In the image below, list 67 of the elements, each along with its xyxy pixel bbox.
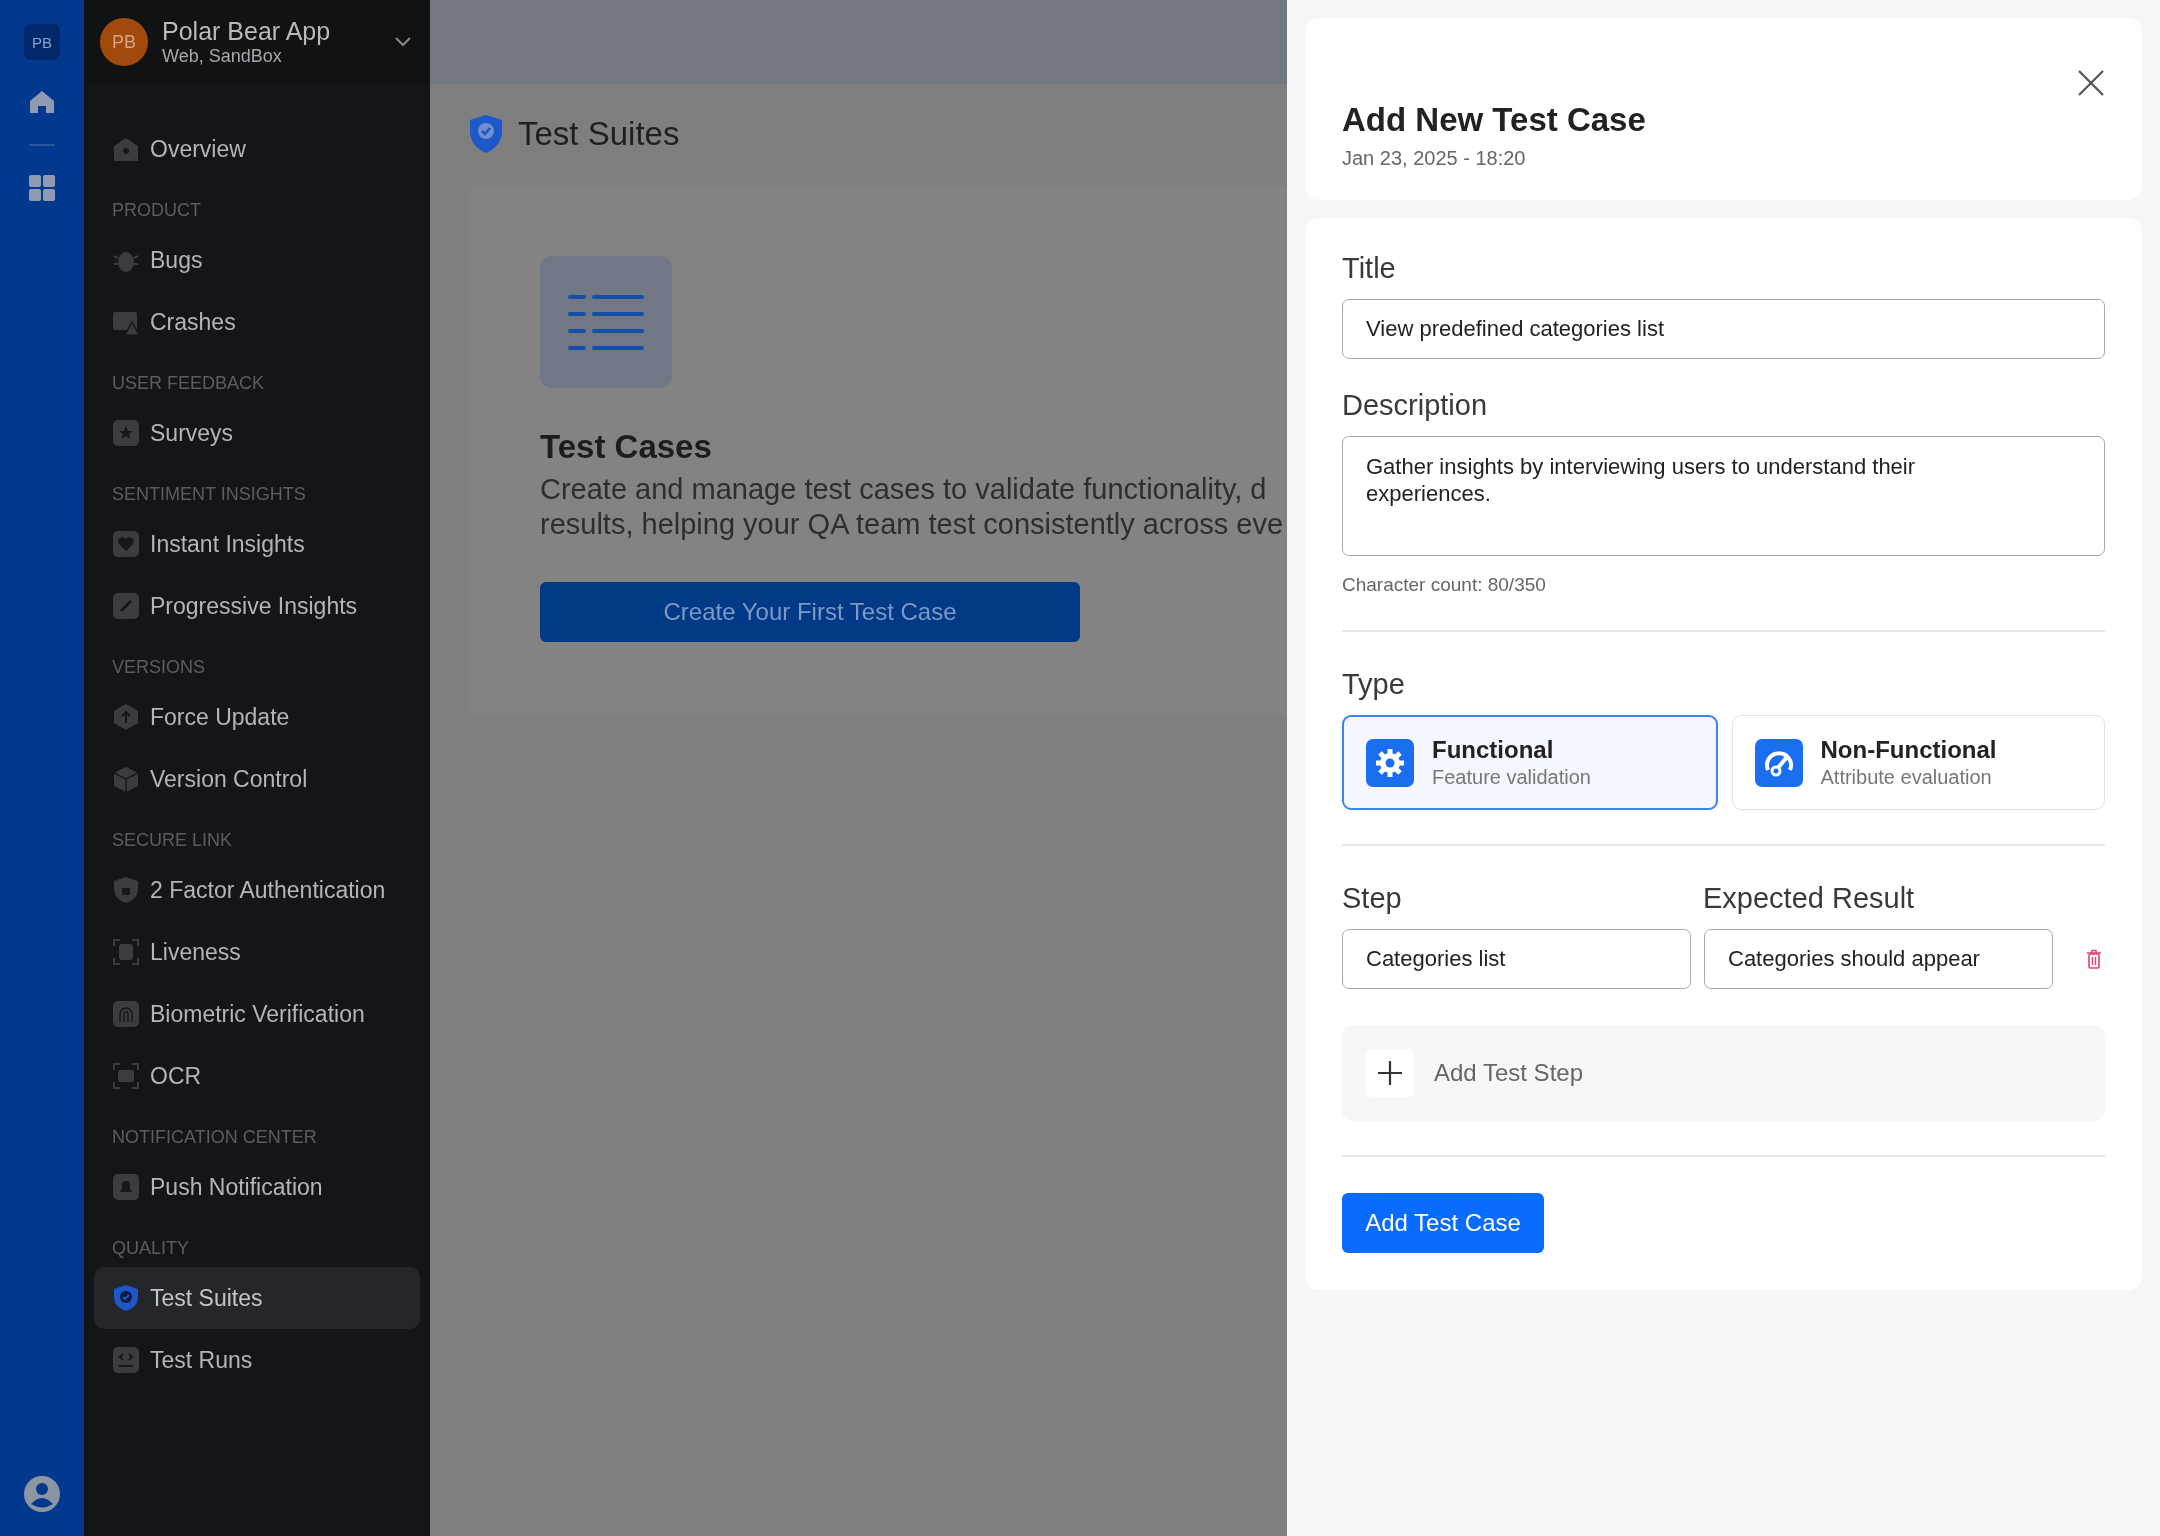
- section-heading: PRODUCT: [111, 199, 202, 222]
- user-avatar-icon[interactable]: [24, 1476, 60, 1512]
- list-icon: [568, 294, 644, 350]
- section-heading: SENTIMENT INSIGHTS: [111, 483, 307, 506]
- nav-item[interactable]: Instant Insights: [94, 513, 420, 575]
- section-heading: QUALITY: [111, 1237, 191, 1260]
- workspace-header[interactable]: PB Polar Bear App Web, SandBox: [84, 0, 430, 84]
- home-icon: [112, 135, 140, 163]
- nav-item[interactable]: Version Control: [94, 748, 420, 810]
- add-test-case-button[interactable]: Add Test Case: [1342, 1193, 1544, 1253]
- home-icon[interactable]: [28, 88, 56, 116]
- type-option[interactable]: Non-Functional Attribute evaluation: [1731, 715, 2105, 810]
- nav-item[interactable]: Test Runs: [94, 1329, 420, 1391]
- character-count: Character count: 80/350: [1342, 574, 1547, 596]
- section-heading: NOTIFICATION CENTER: [111, 1126, 318, 1149]
- field-label: Type: [1342, 668, 1406, 701]
- nav-item[interactable]: Crashes: [94, 291, 420, 353]
- nav-item[interactable]: Biometric Verification: [94, 983, 420, 1045]
- nav-item[interactable]: Test Suites: [94, 1267, 420, 1329]
- nav-item[interactable]: Bugs: [94, 229, 420, 291]
- empty-state-description: Create and manage test cases to validate functionality, d results, helping your QA team test consistently across eve: [540, 472, 1285, 542]
- gear-icon: [1366, 738, 1414, 787]
- title-field[interactable]: View predefined categories list: [1342, 299, 2105, 359]
- nav-item[interactable]: Overview: [94, 118, 420, 180]
- nav-item[interactable]: Progressive Insights: [94, 575, 420, 637]
- field-label: Expected Result: [1703, 882, 1916, 915]
- nav-item[interactable]: 2 Factor Authentication: [94, 859, 420, 921]
- code-window-icon: [112, 1346, 140, 1374]
- expected-result-field[interactable]: Categories should appear: [1704, 929, 2053, 989]
- add-step-button[interactable]: Add Test Step: [1342, 1025, 2105, 1121]
- scan-icon: [112, 1062, 140, 1090]
- field-label: Step: [1342, 882, 1403, 915]
- section-heading: VERSIONS: [111, 656, 207, 679]
- workspace-subtitle: Web, SandBox: [162, 46, 283, 67]
- drawer-date: Jan 23, 2025 - 18:20: [1342, 147, 1527, 170]
- empty-state-title: Test Cases: [540, 428, 713, 466]
- create-test-case-button[interactable]: Create Your First Test Case: [540, 582, 1080, 642]
- nav-item[interactable]: OCR: [94, 1045, 420, 1107]
- cube-icon: [112, 765, 140, 793]
- step-field[interactable]: Categories list: [1342, 929, 1691, 989]
- trash-icon[interactable]: [2086, 949, 2102, 969]
- section-heading: SECURE LINK: [111, 829, 234, 852]
- plus-icon: [1377, 1060, 1403, 1086]
- page-title: Test Suites: [518, 115, 680, 153]
- workspace-avatar: PB: [100, 18, 148, 66]
- shield-check-icon: [112, 1284, 140, 1312]
- chevron-down-icon[interactable]: [394, 36, 412, 48]
- section-heading: USER FEEDBACK: [111, 372, 266, 395]
- arrow-up-icon: [112, 703, 140, 731]
- description-field[interactable]: Gather insights by interviewing users to understand their experiences.: [1342, 436, 2105, 556]
- gauge-icon: [1754, 738, 1803, 787]
- shield-lock-icon: [112, 876, 140, 904]
- nav-item[interactable]: Liveness: [94, 921, 420, 983]
- face-scan-icon: [112, 938, 140, 966]
- workspace-name: Polar Bear App: [162, 17, 332, 46]
- nav-item[interactable]: Force Update: [94, 686, 420, 748]
- fingerprint-icon: [112, 1000, 140, 1028]
- field-label: Description: [1342, 389, 1489, 422]
- shield-check-icon: [468, 114, 504, 154]
- type-option[interactable]: Functional Feature validation: [1342, 715, 1718, 810]
- grid-icon[interactable]: [28, 174, 56, 202]
- nav-item[interactable]: Push Notification: [94, 1156, 420, 1218]
- drawer-title: Add New Test Case: [1342, 101, 1646, 139]
- logo-badge[interactable]: PB: [24, 24, 60, 60]
- nav-item[interactable]: Surveys: [94, 402, 420, 464]
- bell-icon: [112, 1173, 140, 1201]
- field-label: Title: [1342, 252, 1397, 285]
